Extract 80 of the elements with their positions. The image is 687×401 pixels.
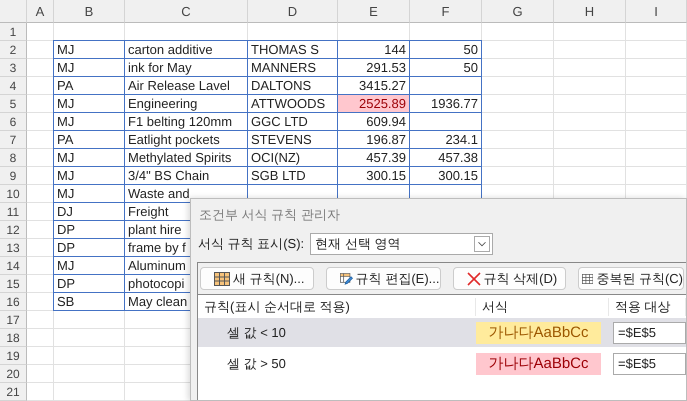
row-header[interactable]: 3: [0, 59, 27, 77]
row-header[interactable]: 4: [0, 77, 27, 95]
format-preview: 가나다AaBbCc: [476, 322, 601, 344]
row-header[interactable]: 9: [0, 167, 27, 185]
empty-cell: [482, 95, 554, 113]
list-column-header: 적용 대상: [609, 298, 686, 316]
row-header[interactable]: 19: [0, 347, 27, 365]
row-header[interactable]: 18: [0, 329, 27, 347]
row-header[interactable]: 1: [0, 23, 27, 41]
column-header[interactable]: G: [482, 0, 554, 23]
empty-cell: [554, 41, 626, 59]
empty-cell: [554, 149, 626, 167]
empty-cell: [626, 77, 687, 95]
row-header[interactable]: 5: [0, 95, 27, 113]
empty-cell: [482, 23, 554, 41]
empty-cell: [626, 23, 687, 41]
row-header[interactable]: 14: [0, 257, 27, 275]
empty-cell: [626, 41, 687, 59]
row-header[interactable]: 16: [0, 293, 27, 311]
applies-to-field[interactable]: =$E$5: [613, 322, 686, 344]
empty-cell: [482, 41, 554, 59]
table-grid-icon: [214, 272, 230, 286]
row-header[interactable]: 10: [0, 185, 27, 203]
column-header[interactable]: E: [338, 0, 410, 23]
row-header[interactable]: 15: [0, 275, 27, 293]
empty-cell: [626, 131, 687, 149]
rule-row[interactable]: 셀 값 > 50 가나다AaBbCc =$E$5: [198, 349, 686, 378]
row-header[interactable]: 11: [0, 203, 27, 221]
delete-rule-button[interactable]: 규칙 삭제(D): [452, 267, 566, 290]
empty-cell: [554, 23, 626, 41]
empty-cell: [482, 149, 554, 167]
table-cell: MJ: [53, 40, 125, 59]
empty-cell: [482, 77, 554, 95]
table-grid-icon: [582, 272, 594, 286]
chevron-down-icon: [474, 236, 490, 252]
empty-cell: [554, 113, 626, 131]
row-header[interactable]: 20: [0, 365, 27, 383]
empty-cell: [626, 59, 687, 77]
column-header[interactable]: A: [27, 0, 54, 23]
rule-row[interactable]: 셀 값 < 10 가나다AaBbCc =$E$5: [198, 318, 686, 347]
table-cell: SB: [53, 292, 125, 311]
empty-cell: [626, 149, 687, 167]
format-preview: 가나다AaBbCc: [476, 352, 601, 374]
row-header[interactable]: 21: [0, 383, 27, 401]
empty-cell: [554, 59, 626, 77]
row-header[interactable]: 2: [0, 41, 27, 59]
table-pencil-icon: [340, 270, 353, 286]
row-header[interactable]: 6: [0, 113, 27, 131]
column-header[interactable]: I: [626, 0, 687, 23]
new-rule-button[interactable]: 새 규칙(N)...: [200, 267, 314, 290]
row-header[interactable]: 7: [0, 131, 27, 149]
table-cell: 50: [409, 40, 482, 59]
empty-cell: [482, 59, 554, 77]
list-column-header: 규칙(표시 순서대로 적용): [198, 298, 476, 316]
row-header[interactable]: 17: [0, 311, 27, 329]
edit-rule-button[interactable]: 규칙 편집(E)...: [326, 267, 440, 290]
column-header[interactable]: B: [54, 0, 125, 23]
row-header[interactable]: 12: [0, 221, 27, 239]
row-header[interactable]: 13: [0, 239, 27, 257]
table-cell: 2525.89: [337, 94, 410, 113]
empty-cell: [554, 95, 626, 113]
empty-cell: [626, 95, 687, 113]
empty-cell: [554, 77, 626, 95]
row-header[interactable]: 8: [0, 149, 27, 167]
rule-condition: 셀 값 < 10: [226, 324, 287, 342]
column-header[interactable]: C: [125, 0, 248, 23]
column-header[interactable]: H: [554, 0, 626, 23]
duplicate-rule-button[interactable]: 중복된 규칙(C): [578, 267, 684, 290]
list-column-header: 서식: [476, 298, 609, 316]
empty-cell: [482, 131, 554, 149]
empty-cell: [554, 131, 626, 149]
select-all-corner[interactable]: [0, 0, 27, 23]
applies-to-field[interactable]: =$E$5: [613, 352, 686, 374]
empty-cell: [626, 113, 687, 131]
column-header[interactable]: F: [410, 0, 482, 23]
column-header[interactable]: D: [248, 0, 338, 23]
scope-dropdown[interactable]: 현재 선택 영역: [310, 233, 494, 255]
rule-condition: 셀 값 > 50: [226, 354, 287, 372]
empty-cell: [482, 113, 554, 131]
cross-icon: [466, 272, 480, 286]
